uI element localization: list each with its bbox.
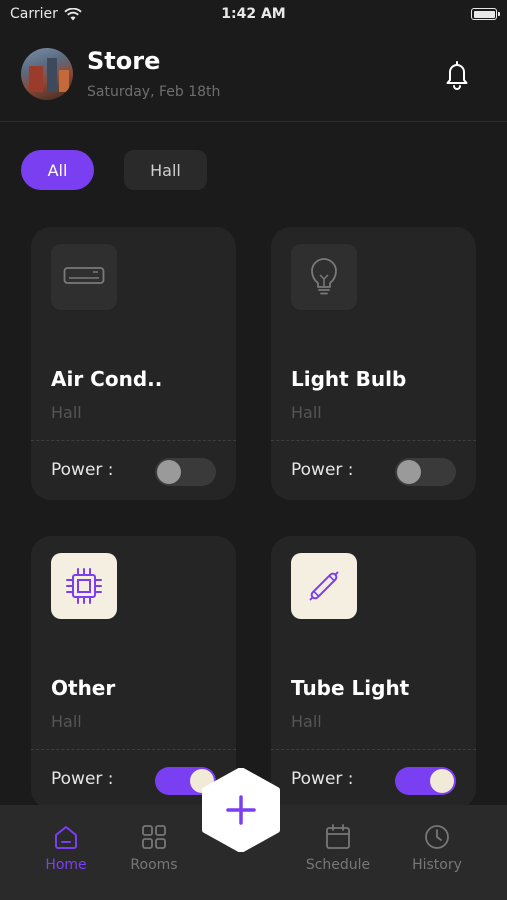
device-icon-box: [51, 553, 117, 619]
clock-icon: [425, 825, 449, 849]
device-icon-box: [51, 244, 117, 310]
device-room: Hall: [291, 403, 322, 422]
nav-home-label: Home: [45, 857, 87, 873]
device-room: Hall: [51, 403, 82, 422]
device-room: Hall: [51, 712, 82, 731]
nav-schedule[interactable]: Schedule: [298, 823, 378, 873]
date-label: Saturday, Feb 18th: [87, 84, 221, 100]
add-device-button[interactable]: [201, 768, 281, 852]
air-conditioner-icon: [63, 267, 105, 284]
page-title: Store: [87, 47, 161, 75]
filter-hall[interactable]: Hall: [124, 150, 207, 190]
carrier-label: Carrier: [10, 6, 58, 22]
card-divider: [271, 749, 476, 750]
header: Store Saturday, Feb 18th: [0, 44, 507, 122]
device-name: Light Bulb: [291, 367, 407, 391]
power-toggle[interactable]: [395, 767, 456, 795]
device-name: Air Cond..: [51, 367, 163, 391]
nav-schedule-label: Schedule: [305, 857, 371, 873]
device-card-tube-light[interactable]: Tube Light Hall Power :: [271, 536, 476, 809]
device-room: Hall: [291, 712, 322, 731]
card-divider: [271, 440, 476, 441]
home-icon: [55, 826, 77, 849]
power-label: Power :: [291, 769, 354, 789]
status-bar: Carrier 1:42 AM: [0, 0, 507, 28]
status-time: 1:42 AM: [221, 6, 286, 22]
nav-history[interactable]: History: [397, 823, 477, 873]
device-icon-box: [291, 244, 357, 310]
nav-history-label: History: [412, 857, 462, 873]
chip-icon: [66, 568, 102, 604]
nav-rooms-label: Rooms: [130, 857, 178, 873]
grid-icon: [142, 825, 166, 849]
power-label: Power :: [51, 769, 114, 789]
nav-rooms[interactable]: Rooms: [114, 823, 194, 873]
avatar[interactable]: [21, 48, 73, 100]
power-toggle[interactable]: [155, 458, 216, 486]
light-bulb-icon: [311, 258, 337, 295]
battery-icon: [471, 8, 500, 20]
device-card-air-conditioner[interactable]: Air Cond.. Hall Power :: [31, 227, 236, 500]
wifi-icon: [64, 7, 82, 20]
app-screen: Carrier 1:42 AM Store Saturday, Feb 18th…: [0, 0, 507, 900]
power-toggle[interactable]: [395, 458, 456, 486]
filter-all[interactable]: All: [21, 150, 94, 190]
tube-light-icon: [309, 571, 339, 601]
calendar-icon: [326, 824, 350, 849]
card-divider: [31, 440, 236, 441]
device-name: Other: [51, 676, 116, 700]
power-label: Power :: [51, 460, 114, 480]
bell-icon[interactable]: [442, 58, 472, 90]
device-card-light-bulb[interactable]: Light Bulb Hall Power :: [271, 227, 476, 500]
status-left: Carrier: [10, 6, 82, 22]
room-filters: All Hall: [21, 150, 207, 190]
power-label: Power :: [291, 460, 354, 480]
nav-home[interactable]: Home: [26, 823, 106, 873]
device-icon-box: [291, 553, 357, 619]
device-name: Tube Light: [291, 676, 410, 700]
card-divider: [31, 749, 236, 750]
